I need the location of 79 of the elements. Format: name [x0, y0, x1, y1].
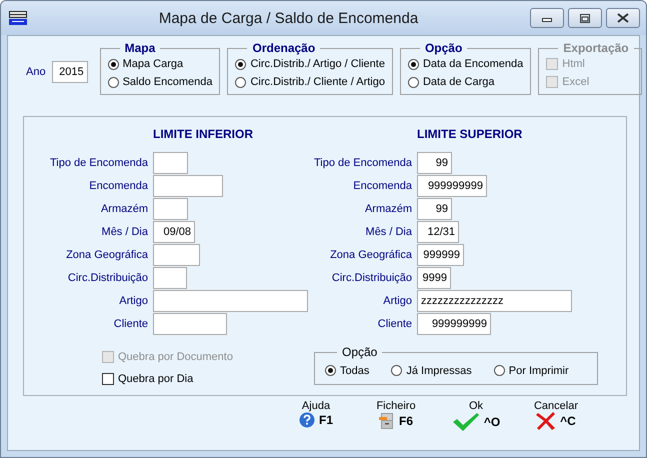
- group-title: Opção: [424, 41, 464, 55]
- radio-button[interactable]: [391, 365, 402, 376]
- field-label: Zona Geográfica: [329, 249, 412, 261]
- input-field[interactable]: 09/08: [153, 221, 195, 243]
- input-field[interactable]: 999999999: [417, 313, 491, 335]
- radio-button[interactable]: [494, 365, 505, 376]
- field-label: Armazém: [100, 203, 148, 215]
- radio-button[interactable]: [408, 76, 419, 88]
- toolbar-button[interactable]: Ficheiro F6: [356, 400, 436, 432]
- filing-cabinet-icon: [378, 412, 395, 430]
- checkbox-label: Quebra por Documento: [118, 351, 233, 363]
- cross-icon: [536, 412, 556, 430]
- input-field[interactable]: 99: [417, 198, 452, 220]
- input-field[interactable]: 12/31: [417, 221, 459, 243]
- toolbar-button[interactable]: Ok ^O: [436, 400, 516, 432]
- input-field[interactable]: 999999: [417, 244, 464, 266]
- help-icon: [298, 412, 315, 428]
- radio-button[interactable]: [108, 76, 119, 88]
- group-title: Mapa: [124, 41, 156, 55]
- toolbar-button[interactable]: Ajuda F1: [276, 400, 356, 432]
- section-title: LIMITE INFERIOR: [153, 127, 254, 143]
- option-label: Circ.Distrib./ Cliente / Artigo: [250, 76, 385, 88]
- field-label: Circ.Distribuição: [330, 272, 412, 284]
- group-title: Exportação: [562, 41, 630, 55]
- field-label: Armazém: [364, 203, 412, 215]
- input-field[interactable]: [153, 313, 227, 335]
- app-icon: [9, 11, 27, 25]
- field-label: Mês / Dia: [100, 226, 148, 238]
- field-label: Cliente: [112, 318, 148, 330]
- option-label: Mapa Carga: [122, 58, 184, 70]
- year-label: Ano: [26, 66, 46, 78]
- field-label: Artigo: [118, 295, 148, 307]
- checkbox[interactable]: [102, 373, 114, 385]
- option-label: Circ.Distrib./ Artigo / Cliente: [250, 58, 385, 70]
- input-field[interactable]: 999999999: [417, 175, 487, 197]
- maximize-icon: [580, 14, 590, 22]
- option-label: Todas: [340, 364, 370, 376]
- input-field[interactable]: [153, 290, 308, 312]
- field-label: Tipo de Encomenda: [312, 157, 412, 169]
- checkbox-label: Quebra por Dia: [118, 373, 194, 385]
- field-label: Cliente: [376, 318, 412, 330]
- field-label: Artigo: [382, 295, 412, 307]
- group-title: Opção: [341, 345, 378, 359]
- option-label: Já Impressas: [406, 364, 472, 376]
- field-label: Circ.Distribuição: [66, 272, 148, 284]
- input-field[interactable]: [153, 175, 223, 197]
- field-label: Encomenda: [88, 180, 148, 192]
- section-title: LIMITE SUPERIOR: [417, 127, 524, 143]
- radio-button[interactable]: [235, 58, 246, 70]
- close-icon: [617, 13, 629, 23]
- input-field[interactable]: [153, 267, 187, 289]
- input-field[interactable]: [153, 244, 200, 266]
- input-field[interactable]: 9999: [417, 267, 451, 289]
- minimize-button[interactable]: [530, 8, 564, 28]
- field-label: Tipo de Encomenda: [48, 157, 148, 169]
- input-field[interactable]: 99: [417, 152, 452, 174]
- field-label: Encomenda: [352, 180, 412, 192]
- option-label: Data da Encomenda: [422, 58, 524, 70]
- toolbar-button[interactable]: Cancelar ^C: [516, 400, 596, 432]
- option-label: Saldo Encomenda: [122, 76, 212, 88]
- checkmark-icon: [452, 412, 480, 432]
- year-field[interactable]: 2015: [52, 61, 88, 83]
- field-label: Zona Geográfica: [65, 249, 148, 261]
- input-field[interactable]: [153, 152, 188, 174]
- window-title: Mapa de Carga / Saldo de Encomenda: [158, 10, 420, 26]
- radio-button[interactable]: [235, 76, 246, 88]
- input-field[interactable]: [153, 198, 188, 220]
- option-label: Excel: [562, 76, 590, 88]
- radio-button[interactable]: [108, 58, 119, 70]
- input-field[interactable]: zzzzzzzzzzzzzzz: [417, 290, 572, 312]
- maximize-button[interactable]: [568, 8, 602, 28]
- radio-button[interactable]: [408, 58, 419, 70]
- option-label: Data de Carga: [422, 76, 495, 88]
- field-label: Mês / Dia: [364, 226, 412, 238]
- option-label: Por Imprimir: [508, 364, 569, 376]
- option-label: Html: [562, 58, 585, 70]
- group-title: Ordenação: [251, 41, 316, 55]
- close-button[interactable]: [606, 8, 640, 28]
- radio-button[interactable]: [325, 365, 336, 376]
